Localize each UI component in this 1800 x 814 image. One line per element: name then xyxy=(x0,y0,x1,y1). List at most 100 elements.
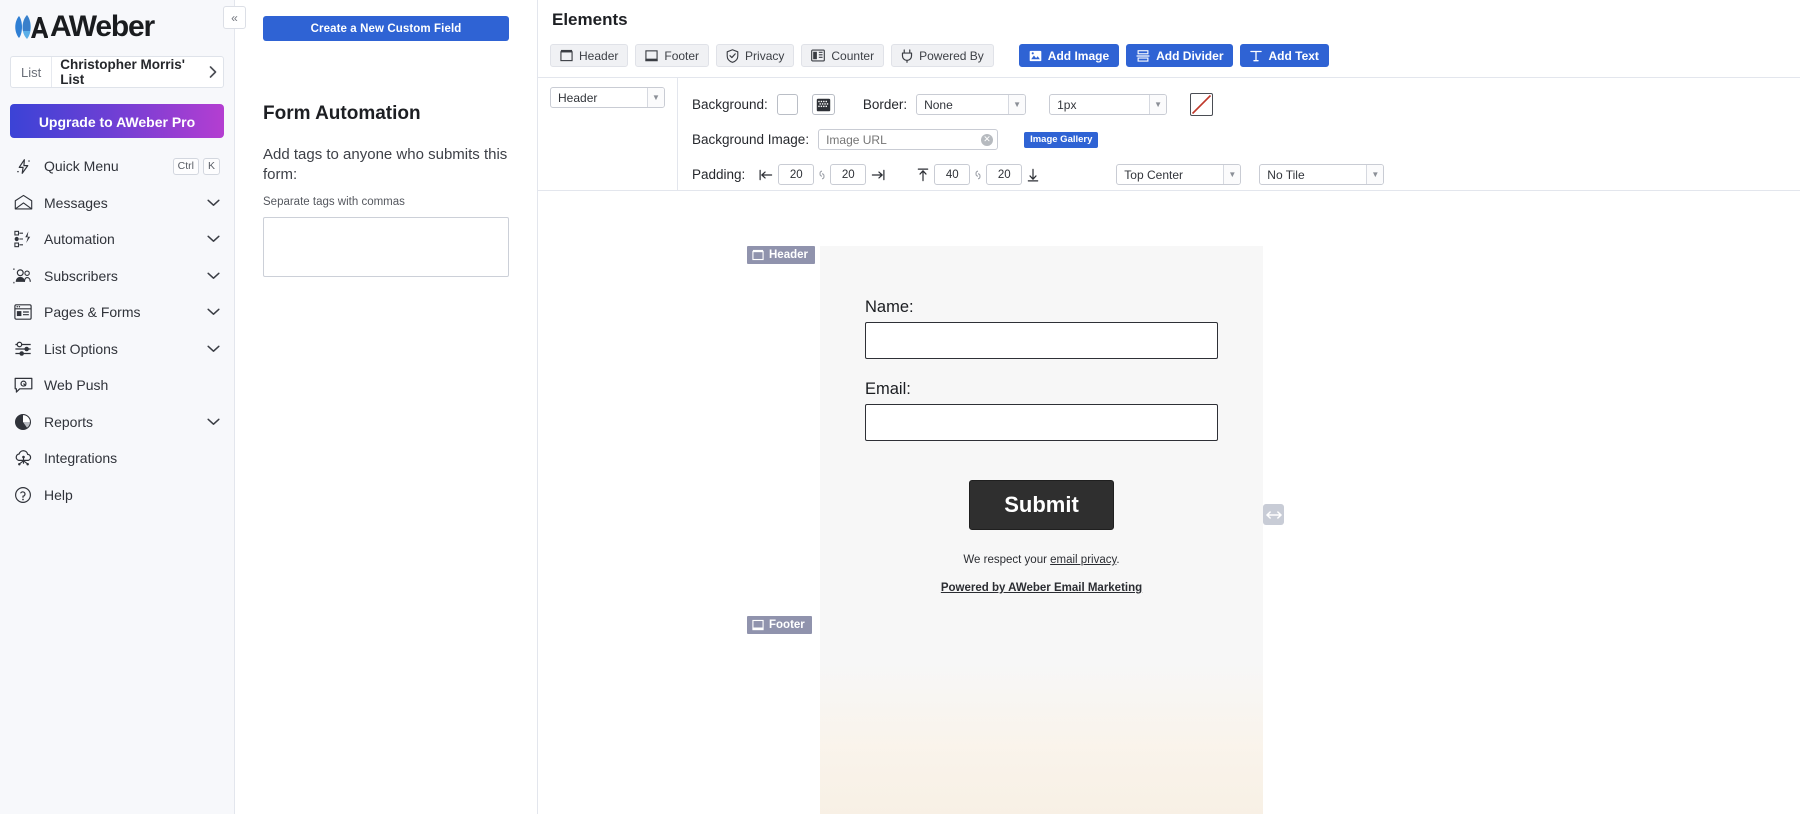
element-chip-counter[interactable]: Counter xyxy=(801,44,884,67)
no-color-icon[interactable] xyxy=(1190,93,1213,116)
sidebar-item-label: Quick Menu xyxy=(44,158,173,174)
clear-icon[interactable]: ✕ xyxy=(981,134,993,146)
padding-left-input[interactable] xyxy=(778,164,814,185)
border-style-value: None xyxy=(917,95,1008,114)
element-chip-powered-by[interactable]: Powered By xyxy=(891,44,994,67)
element-chip-label: Counter xyxy=(831,49,874,63)
footer-section-badge[interactable]: Footer xyxy=(747,616,812,634)
sidebar-item-list-options[interactable]: List Options xyxy=(0,331,234,368)
border-width-value: 1px xyxy=(1050,95,1149,114)
sliders-icon xyxy=(12,339,34,359)
chevron-down-icon[interactable]: ▼ xyxy=(1366,165,1383,184)
chevron-down-icon[interactable] xyxy=(207,418,220,426)
sidebar-item-label: Integrations xyxy=(44,450,220,466)
sidebar-item-label: Messages xyxy=(44,195,207,211)
form-settings-panel: Create a New Custom Field Form Automatio… xyxy=(235,0,538,814)
quick-menu-shortcut: Ctrl K xyxy=(173,158,220,175)
add-divider-label: Add Divider xyxy=(1156,49,1223,63)
background-position-select[interactable]: Top Center ▼ xyxy=(1116,164,1241,185)
background-tile-value: No Tile xyxy=(1260,165,1366,184)
section-select[interactable]: Header ▼ xyxy=(550,87,665,108)
chevron-down-icon[interactable] xyxy=(207,199,220,207)
form-canvas: Name: Email: Submit We respect your emai… xyxy=(538,213,1800,814)
sidebar: AWeber List Christopher Morris' List Upg… xyxy=(0,0,235,814)
email-input[interactable] xyxy=(865,404,1218,441)
chevron-down-icon[interactable]: ▼ xyxy=(647,88,664,107)
list-switcher[interactable]: List Christopher Morris' List xyxy=(10,56,224,88)
name-input[interactable] xyxy=(865,322,1218,359)
footer-badge-label: Footer xyxy=(769,619,805,631)
email-field-label: Email: xyxy=(865,380,1218,399)
border-style-select[interactable]: None ▼ xyxy=(916,94,1026,115)
properties-fields: Background: Border: None ▼ 1px xyxy=(678,78,1800,190)
add-divider-button[interactable]: Add Divider xyxy=(1126,44,1233,67)
powered-by-link[interactable]: Powered by AWeber Email Marketing xyxy=(941,582,1142,594)
chevron-down-icon[interactable]: ▼ xyxy=(1149,95,1166,114)
header-section-badge[interactable]: Header xyxy=(747,246,815,264)
form-editor: Elements Header Footer xyxy=(538,0,1800,814)
sidebar-item-subscribers[interactable]: Subscribers xyxy=(0,258,234,295)
background-color-swatch[interactable] xyxy=(777,94,798,115)
image-gallery-button[interactable]: Image Gallery xyxy=(1024,132,1098,148)
sidebar-item-label: Automation xyxy=(44,231,207,247)
automation-icon xyxy=(12,229,34,249)
link-icon[interactable] xyxy=(818,168,826,182)
sidebar-item-web-push[interactable]: Web Push xyxy=(0,367,234,404)
email-privacy-link[interactable]: email privacy xyxy=(1050,554,1116,566)
shield-check-icon xyxy=(726,49,739,63)
sidebar-item-quick-menu[interactable]: Quick Menu Ctrl K xyxy=(0,148,234,185)
pie-chart-icon xyxy=(12,412,34,432)
padding-label: Padding: xyxy=(692,167,745,182)
header-badge-label: Header xyxy=(769,249,808,261)
background-image-input[interactable] xyxy=(818,129,998,150)
element-chip-privacy[interactable]: Privacy xyxy=(716,44,794,67)
padding-bottom-input[interactable] xyxy=(986,164,1022,185)
padding-top-input[interactable] xyxy=(934,164,970,185)
sidebar-collapse-button[interactable]: « xyxy=(223,6,246,29)
privacy-prefix: We respect your xyxy=(963,554,1050,566)
padding-row: Padding: xyxy=(692,157,1800,192)
padding-bottom-icon xyxy=(1027,168,1039,182)
sidebar-item-integrations[interactable]: Integrations xyxy=(0,440,234,477)
chevron-down-icon[interactable] xyxy=(207,345,220,353)
element-chip-footer[interactable]: Footer xyxy=(635,44,709,67)
sidebar-item-automation[interactable]: Automation xyxy=(0,221,234,258)
tags-hint: Separate tags with commas xyxy=(263,196,509,208)
sidebar-item-label: Reports xyxy=(44,414,207,430)
sidebar-item-messages[interactable]: Messages xyxy=(0,185,234,222)
border-width-select[interactable]: 1px ▼ xyxy=(1049,94,1167,115)
chevron-down-icon[interactable]: ▼ xyxy=(1223,165,1240,184)
link-icon[interactable] xyxy=(974,168,982,182)
plug-icon xyxy=(901,49,913,63)
tags-input[interactable] xyxy=(263,217,509,277)
kbd-ctrl: Ctrl xyxy=(173,158,199,175)
form-preview[interactable]: Name: Email: Submit We respect your emai… xyxy=(820,246,1263,814)
background-label: Background: xyxy=(692,97,768,112)
submit-button[interactable]: Submit xyxy=(969,480,1114,530)
padding-right-input[interactable] xyxy=(830,164,866,185)
chevron-down-icon[interactable] xyxy=(207,235,220,243)
upgrade-to-pro-button[interactable]: Upgrade to AWeber Pro xyxy=(10,104,224,138)
create-custom-field-button[interactable]: Create a New Custom Field xyxy=(263,16,509,41)
privacy-notice: We respect your email privacy. xyxy=(865,554,1218,566)
brand-logo[interactable]: AWeber xyxy=(0,0,234,44)
element-chip-header[interactable]: Header xyxy=(550,44,628,67)
resize-horizontal-icon[interactable] xyxy=(1263,504,1284,525)
chevron-right-icon[interactable] xyxy=(203,57,223,87)
sidebar-item-help[interactable]: Help xyxy=(0,477,234,514)
sidebar-item-reports[interactable]: Reports xyxy=(0,404,234,441)
pattern-icon[interactable] xyxy=(812,94,835,115)
element-chip-label: Powered By xyxy=(919,49,984,63)
chevron-down-icon[interactable] xyxy=(207,272,220,280)
add-image-button[interactable]: Add Image xyxy=(1019,44,1119,67)
add-text-button[interactable]: Add Text xyxy=(1240,44,1328,67)
element-chip-label: Privacy xyxy=(745,49,784,63)
sidebar-item-label: Pages & Forms xyxy=(44,304,207,320)
image-icon xyxy=(1029,50,1042,62)
chevron-down-icon[interactable] xyxy=(207,308,220,316)
chevron-down-icon[interactable]: ▼ xyxy=(1008,95,1025,114)
background-tile-select[interactable]: No Tile ▼ xyxy=(1259,164,1384,185)
padding-right-icon xyxy=(871,169,885,181)
footer-icon xyxy=(645,49,658,62)
sidebar-item-pages-and-forms[interactable]: Pages & Forms xyxy=(0,294,234,331)
